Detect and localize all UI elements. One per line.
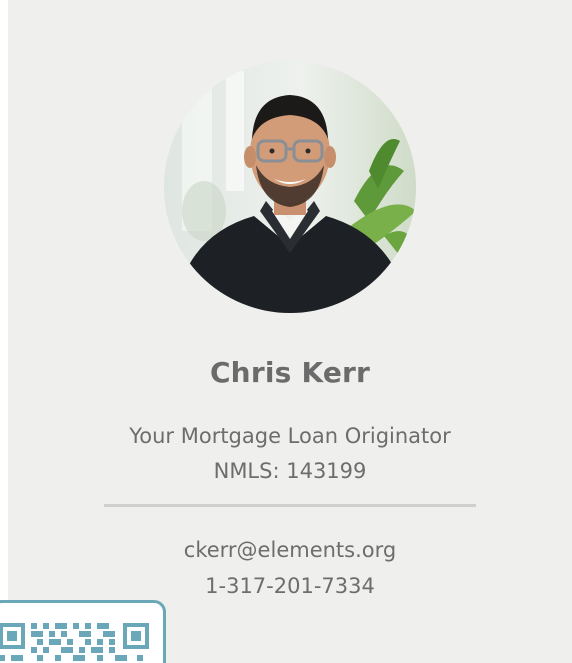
qr-code-icon <box>0 623 149 661</box>
phone-link[interactable]: 1-317-201-7334 <box>8 571 572 601</box>
page: Chris Kerr Your Mortgage Loan Originator… <box>0 0 572 663</box>
profile-photo <box>164 61 416 313</box>
portrait-photo <box>164 61 416 313</box>
qr-code-badge[interactable] <box>0 600 166 663</box>
loan-officer-card: Chris Kerr Your Mortgage Loan Originator… <box>8 0 572 663</box>
divider <box>104 504 476 507</box>
email-link[interactable]: ckerr@elements.org <box>8 535 572 565</box>
officer-name: Chris Kerr <box>209 356 371 389</box>
officer-title: Your Mortgage Loan Originator <box>129 424 451 448</box>
nmls-number: NMLS: 143199 <box>213 459 367 483</box>
